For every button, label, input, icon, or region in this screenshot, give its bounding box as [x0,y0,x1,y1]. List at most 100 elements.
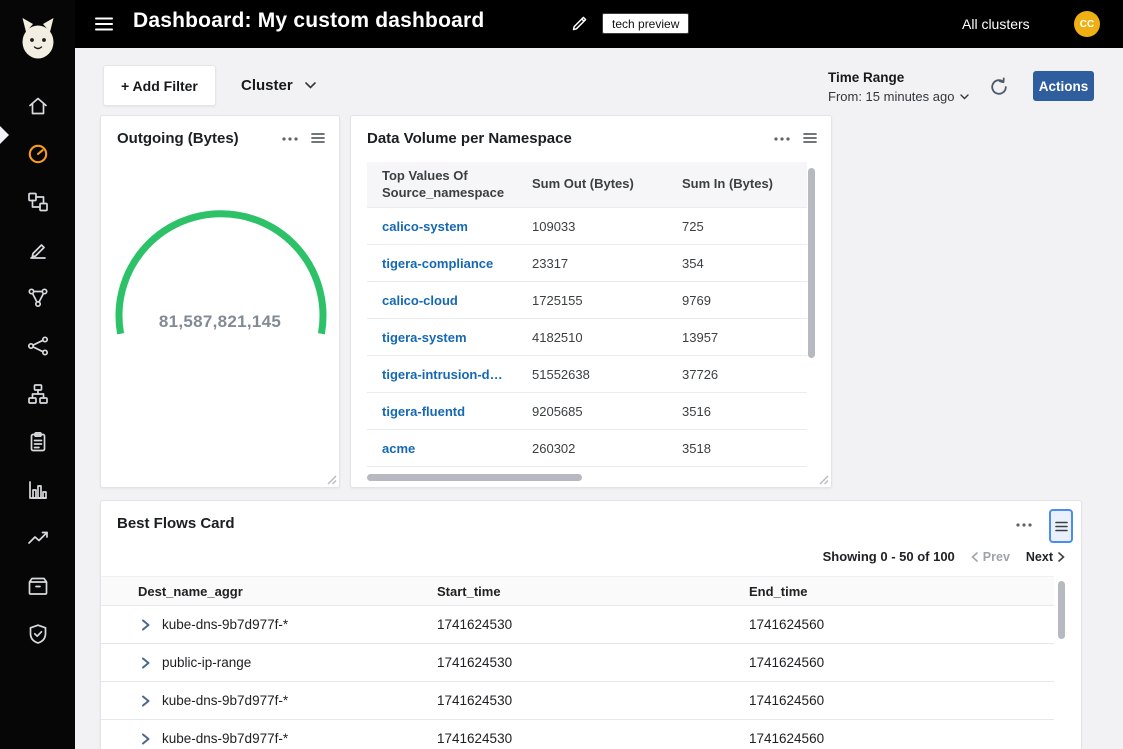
vertical-scrollbar[interactable] [808,168,815,358]
sum-in-value: 725 [667,219,807,234]
cluster-dropdown[interactable]: Cluster [227,65,330,106]
timeline-icon [26,526,50,550]
refresh-icon[interactable] [987,75,1011,99]
card-title: Best Flows Card [117,515,235,532]
namespace-link[interactable]: tigera-intrusion-d… [367,367,517,382]
end-time: 1741624560 [749,693,1054,708]
namespace-link[interactable]: calico-cloud [367,293,517,308]
sum-in-value: 13957 [667,330,807,345]
sidebar-item-network-sets[interactable] [0,274,75,322]
sum-in-value: 3516 [667,404,807,419]
main-content: + Add Filter Cluster Time Range From: 15… [75,48,1123,749]
add-filter-button[interactable]: + Add Filter [103,65,216,106]
table-row: tigera-intrusion-d… 51552638 37726 [367,356,807,393]
chevron-right-icon [141,657,150,669]
nodes-icon [26,382,50,406]
sidebar-item-storage[interactable] [0,562,75,610]
table-row: calico-cloud 1725155 9769 [367,282,807,319]
table-header-row: Top Values Of Source_namespace Sum Out (… [367,162,807,208]
table-row: kube-dns-9b7d977f-* 1741624530 174162456… [101,720,1054,749]
expand-row-button[interactable] [138,694,152,708]
namespace-link[interactable]: tigera-system [367,330,517,345]
chevron-right-icon [141,619,150,631]
vertical-scrollbar[interactable] [1058,581,1065,639]
sidebar-item-policies[interactable] [0,226,75,274]
service-graph-icon [26,334,50,358]
time-range-label: Time Range [828,70,969,85]
best-flows-table: Dest_name_aggr Start_time End_time kube-… [101,576,1054,749]
time-range-value[interactable]: From: 15 minutes ago [828,89,969,104]
sum-in-value: 9769 [667,293,807,308]
dest-name: public-ip-range [162,655,251,670]
sum-out-value: 4182510 [517,330,667,345]
namespace-link[interactable]: tigera-fluentd [367,404,517,419]
card-menu-button[interactable] [1015,516,1033,534]
cluster-dropdown-label: Cluster [241,77,293,94]
app-screen: Dashboard: My custom dashboard tech prev… [0,0,1123,749]
calico-logo[interactable] [15,14,61,64]
horizontal-scrollbar[interactable] [367,474,582,481]
dest-name: kube-dns-9b7d977f-* [162,693,288,708]
drag-handle[interactable] [1049,509,1073,543]
tech-preview-badge: tech preview [602,13,689,34]
sidebar-item-endpoints[interactable] [0,178,75,226]
namespace-link[interactable]: calico-system [367,219,517,234]
chevron-right-icon [1058,552,1065,562]
sidebar-item-home[interactable] [0,82,75,130]
table-row: kube-dns-9b7d977f-* 1741624530 174162456… [101,682,1054,720]
sidebar-item-dashboards[interactable] [0,130,75,178]
card-menu-button[interactable] [281,130,299,148]
resize-grip-icon[interactable] [326,474,337,485]
sidebar-item-service-graph[interactable] [0,322,75,370]
sidebar-item-timeline[interactable] [0,514,75,562]
chevron-right-icon [141,733,150,745]
pagination-status: Showing 0 - 50 of 100 [823,549,955,564]
user-avatar[interactable]: CC [1074,11,1100,37]
expand-row-button[interactable] [138,618,152,632]
sum-in-value: 354 [667,256,807,271]
table-row: kube-dns-9b7d977f-* 1741624530 174162456… [101,606,1054,644]
dest-name: kube-dns-9b7d977f-* [162,617,288,632]
sidebar-item-reports[interactable] [0,466,75,514]
all-clusters-selector[interactable]: All clusters [962,16,1030,32]
drag-handle-icon [1055,521,1068,532]
edit-title-icon[interactable] [570,13,590,33]
drag-handle[interactable] [801,129,819,147]
expand-row-button[interactable] [138,656,152,670]
sidebar-item-threat-defense[interactable] [0,610,75,658]
network-sets-icon [26,286,50,310]
kebab-icon [282,137,298,141]
drag-handle-icon [311,132,325,144]
table-row: calico-system 109033 725 [367,208,807,245]
sidebar-item-nodes[interactable] [0,370,75,418]
namespace-link[interactable]: tigera-compliance [367,256,517,271]
column-header-namespace: Top Values Of Source_namespace [367,162,517,207]
table-row: acme 260302 3518 [367,430,807,467]
hamburger-menu-icon[interactable] [93,13,115,35]
end-time: 1741624560 [749,655,1054,670]
next-page-button[interactable]: Next [1026,550,1065,564]
table-row: tigera-system 4182510 13957 [367,319,807,356]
outgoing-bytes-card: Outgoing (Bytes) 81,587,821,145 [100,115,340,488]
drag-handle[interactable] [309,129,327,147]
end-time: 1741624560 [749,617,1054,632]
policies-icon [26,238,50,262]
chevron-left-icon [971,552,978,562]
resize-grip-icon[interactable] [818,474,829,485]
pagination: Showing 0 - 50 of 100 Prev Next [823,549,1065,564]
actions-button[interactable]: Actions [1033,71,1094,101]
start-time: 1741624530 [437,617,749,632]
expand-row-button[interactable] [138,732,152,746]
top-header: Dashboard: My custom dashboard tech prev… [0,0,1123,48]
card-menu-button[interactable] [773,130,791,148]
reports-icon [26,478,50,502]
start-time: 1741624530 [437,655,749,670]
kebab-icon [1016,523,1032,527]
sum-out-value: 51552638 [517,367,667,382]
shield-icon [26,622,50,646]
prev-page-button[interactable]: Prev [971,550,1010,564]
namespace-link[interactable]: acme [367,441,517,456]
column-header-start: Start_time [437,584,749,599]
sidebar-item-compliance[interactable] [0,418,75,466]
sidebar [0,0,75,749]
